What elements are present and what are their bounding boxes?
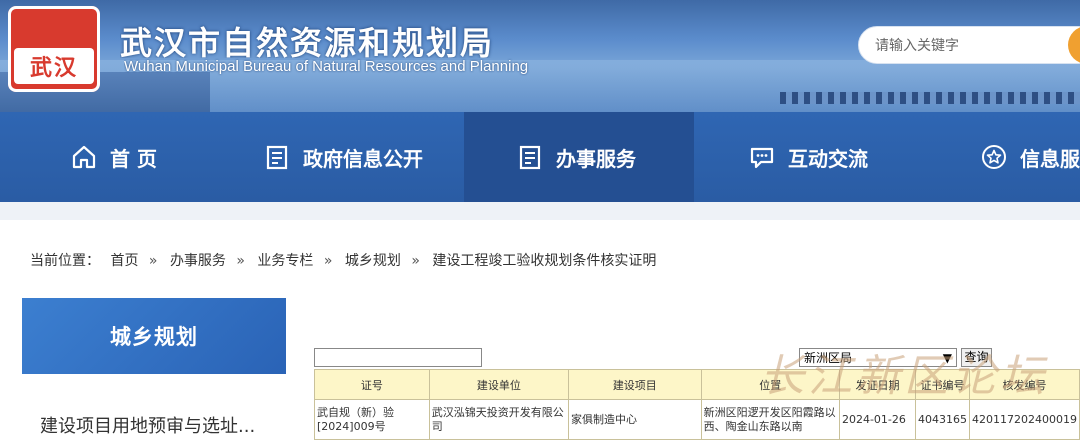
column-header: 位置 — [700, 369, 840, 400]
nav-item-home[interactable]: 首 页 — [70, 112, 210, 202]
breadcrumb-home[interactable]: 首页 — [110, 253, 138, 269]
document-icon — [263, 143, 291, 171]
search-box — [858, 26, 1080, 64]
chat-icon — [748, 143, 776, 171]
breadcrumb-separator: » — [323, 253, 333, 269]
cell-permit-no[interactable]: 武自规（新）验[2024]009号 — [314, 399, 430, 440]
nav-label-gov-info: 政府信息公开 — [303, 146, 423, 171]
sidebar-heading: 城乡规划 — [22, 298, 286, 374]
table-row[interactable]: 武自规（新）验[2024]009号 武汉泓锦天投资开发有限公司 家俱制造中心 新… — [314, 399, 1080, 440]
main-nav: 首 页 政府信息公开 办事服务 互动交流 信息服 — [0, 112, 1080, 202]
nav-label-info-service: 信息服 — [1020, 146, 1080, 171]
breadcrumb-separator: » — [236, 253, 245, 269]
breadcrumb-column[interactable]: 业务专栏 — [257, 253, 313, 269]
breadcrumb-separator: » — [148, 253, 158, 269]
dropdown-arrow-icon: ▼ — [942, 350, 952, 365]
nav-item-interaction[interactable]: 互动交流 — [748, 112, 908, 202]
column-header: 建设项目 — [568, 369, 702, 400]
nav-item-services[interactable]: 办事服务 — [464, 112, 694, 202]
home-icon — [70, 143, 98, 171]
cell-cert-no: 4043165 — [914, 399, 970, 440]
cell-developer: 武汉泓锦天投资开发有限公司 — [428, 399, 570, 440]
breadcrumb: 当前位置： 首页 » 办事服务 » 业务专栏 » 城乡规划 » 建设工程竣工验收… — [30, 250, 662, 270]
results-table: 证号 建设单位 建设项目 位置 发证日期 证书编号 核发编号 武自规（新）验[2… — [314, 369, 1080, 440]
site-title: 武汉市自然资源和规划局 — [120, 24, 495, 58]
nav-label-interaction: 互动交流 — [788, 146, 868, 171]
column-header: 证书编号 — [914, 369, 970, 400]
nav-label-services: 办事服务 — [556, 146, 636, 171]
nav-label-home: 首 页 — [110, 146, 157, 171]
breadcrumb-prefix: 当前位置： — [30, 253, 100, 269]
column-header: 证号 — [314, 369, 430, 400]
nav-item-gov-info[interactable]: 政府信息公开 — [263, 112, 463, 202]
district-select-value: 新洲区局 — [804, 351, 853, 365]
sidebar-item-land-preview[interactable]: 建设项目用地预审与选址... — [22, 398, 286, 441]
cell-issue-date: 2024-01-26 — [838, 399, 916, 440]
star-icon — [980, 143, 1008, 171]
divider-band — [0, 202, 1080, 220]
banner-bridge-image — [780, 92, 1080, 104]
keyword-input[interactable] — [314, 348, 482, 367]
breadcrumb-current[interactable]: 建设工程竣工验收规划条件核实证明 — [432, 253, 656, 269]
breadcrumb-planning[interactable]: 城乡规划 — [345, 253, 401, 269]
site-subtitle: Wuhan Municipal Bureau of Natural Resour… — [124, 58, 529, 75]
search-input[interactable] — [875, 35, 1065, 57]
breadcrumb-separator: » — [411, 253, 420, 269]
table-header-row: 证号 建设单位 建设项目 位置 发证日期 证书编号 核发编号 — [314, 369, 1080, 400]
document-icon — [516, 143, 544, 171]
site-logo[interactable]: 武汉 — [8, 6, 100, 92]
nav-item-info-service[interactable]: 信息服 — [980, 112, 1080, 202]
cell-location: 新洲区阳逻开发区阳霞路以西、陶金山东路以南 — [700, 399, 840, 440]
district-select[interactable]: 新洲区局 ▼ — [799, 348, 957, 367]
breadcrumb-services[interactable]: 办事服务 — [170, 253, 226, 269]
query-button[interactable]: 查询 — [961, 348, 992, 367]
column-header: 核发编号 — [968, 369, 1080, 400]
column-header: 发证日期 — [838, 369, 916, 400]
logo-text: 武汉 — [14, 48, 94, 84]
column-header: 建设单位 — [428, 369, 570, 400]
cell-project: 家俱制造中心 — [568, 399, 702, 440]
cell-issue-no: 420117202400019 — [968, 399, 1080, 440]
